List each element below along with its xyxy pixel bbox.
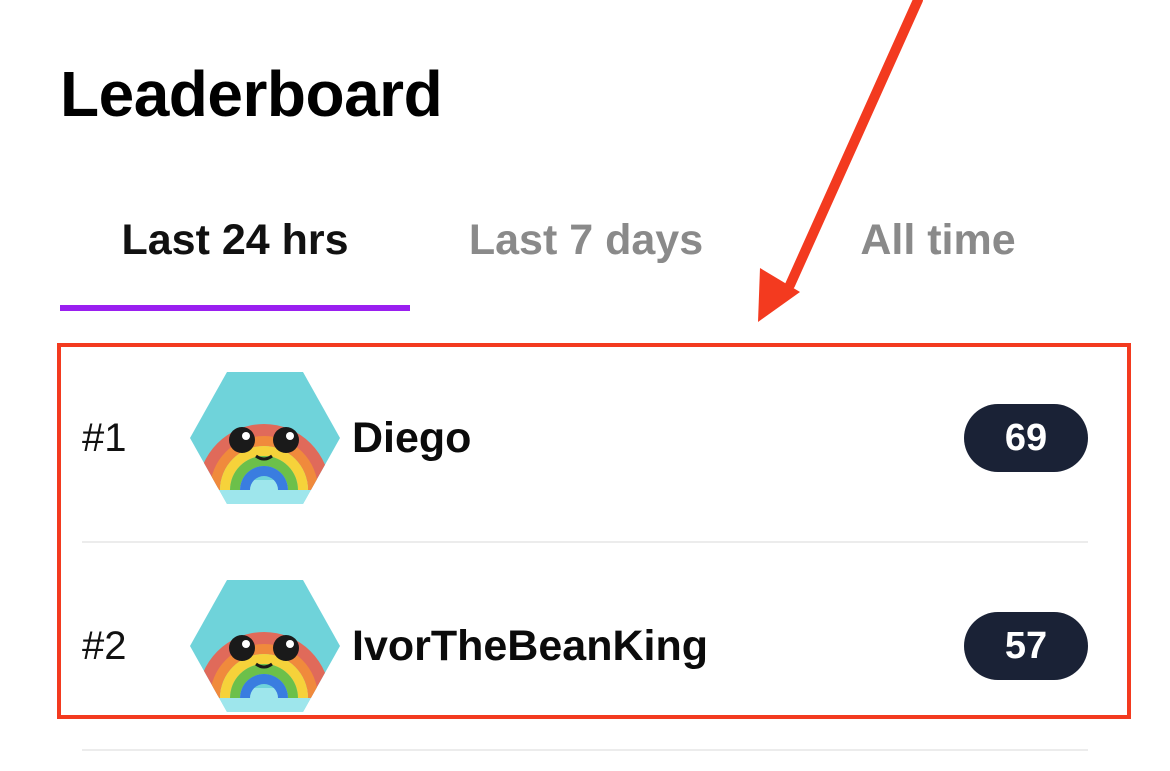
rainbow-avatar-icon [190, 372, 340, 504]
score-badge: 57 [964, 612, 1088, 680]
tab-all-time[interactable]: All time [762, 205, 1114, 305]
active-tab-indicator [60, 305, 410, 311]
rank-label: #1 [82, 416, 127, 460]
leaderboard-list: #1 Diego 69 #2 IvorTheBeanKing 57 [82, 334, 1088, 751]
page-title: Leaderboard [60, 58, 443, 130]
time-range-tabs: Last 24 hrs Last 7 days All time [60, 205, 1110, 315]
leaderboard-row[interactable]: #2 IvorTheBeanKing 57 [82, 542, 1088, 750]
leaderboard-row[interactable]: #1 Diego 69 [82, 334, 1088, 542]
row-divider [82, 749, 1088, 751]
tab-last-24-hrs[interactable]: Last 24 hrs [60, 205, 410, 305]
tab-last-7-days[interactable]: Last 7 days [410, 205, 762, 305]
player-name: Diego [352, 414, 472, 462]
rainbow-avatar-icon [190, 580, 340, 712]
score-badge: 69 [964, 404, 1088, 472]
player-name: IvorTheBeanKing [352, 622, 708, 670]
rank-label: #2 [82, 624, 127, 668]
